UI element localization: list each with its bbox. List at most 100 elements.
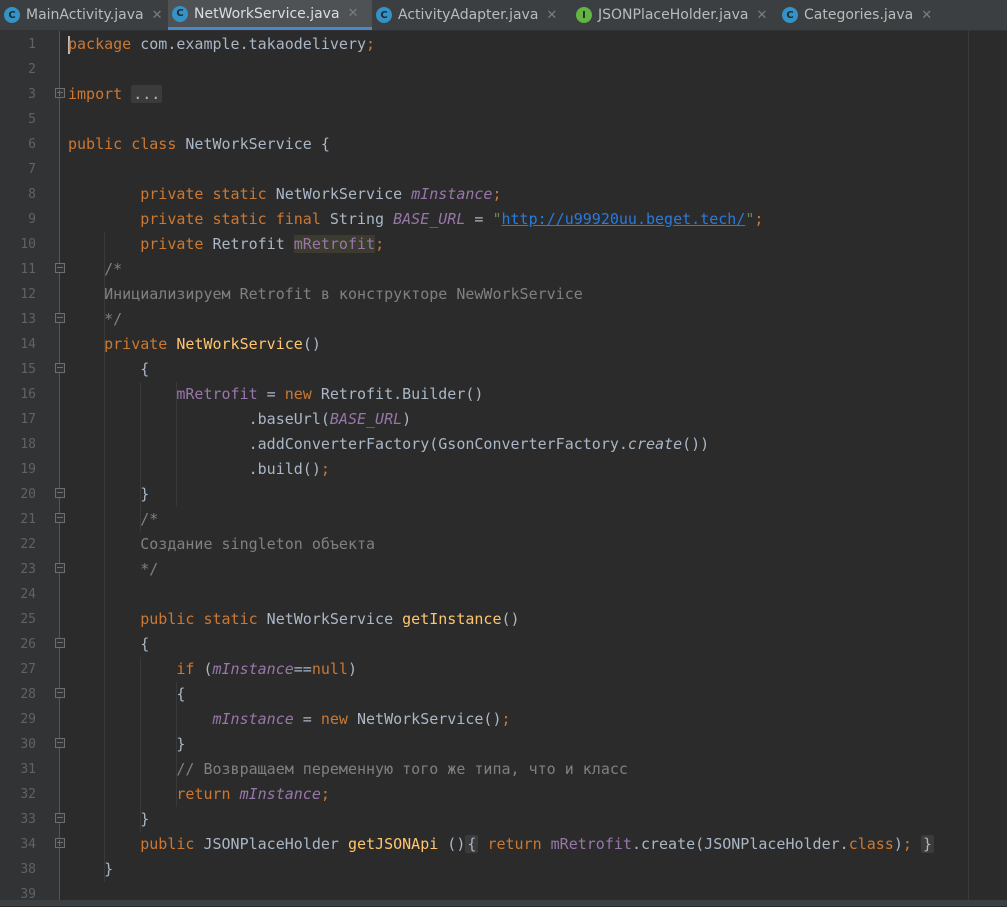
close-icon[interactable]: ✕ <box>546 8 557 23</box>
line-number: 30 <box>20 737 36 752</box>
code-line[interactable]: 28 { <box>0 682 1007 707</box>
code-line[interactable]: 9 private static final String BASE_URL =… <box>0 207 1007 232</box>
code-line[interactable]: 15 { <box>0 357 1007 382</box>
code-line[interactable]: 18 .addConverterFactory(GsonConverterFac… <box>0 432 1007 457</box>
code-comment: Создание singleton объекта <box>68 535 376 553</box>
code-line[interactable]: 22 Создание singleton объекта <box>0 532 1007 557</box>
line-number: 18 <box>20 437 36 452</box>
code-line[interactable]: 10 private Retrofit mRetrofit; <box>0 232 1007 257</box>
close-icon[interactable]: ✕ <box>921 8 932 23</box>
code-text: */ <box>68 307 122 332</box>
code-comment: */ <box>68 560 159 578</box>
code-line[interactable]: 1 package com.example.takaodelivery; <box>0 32 1007 57</box>
code-token: NetWorkService <box>257 610 403 628</box>
tab-label: Categories.java <box>804 7 914 23</box>
code-token: = <box>257 385 285 403</box>
code-text: mRetrofit = new Retrofit.Builder() <box>68 382 483 407</box>
close-icon[interactable]: ✕ <box>348 6 359 21</box>
code-line[interactable]: 2 <box>0 57 1007 82</box>
code-line[interactable]: 26 { <box>0 632 1007 657</box>
code-line[interactable]: 13 */ <box>0 307 1007 332</box>
code-token: ; <box>902 835 912 853</box>
code-token: getJSONApi <box>347 835 439 853</box>
close-icon[interactable]: ✕ <box>152 8 163 23</box>
code-line[interactable]: 5 <box>0 107 1007 132</box>
code-line[interactable]: 30 } <box>0 732 1007 757</box>
code-token: Retrofit.Builder() <box>311 385 484 403</box>
tab-4[interactable]: C Categories.java ✕ <box>778 0 938 30</box>
code-token: .create(JSONPlaceHolder. <box>631 835 849 853</box>
code-token: () <box>501 610 520 628</box>
code-line[interactable]: 29 mInstance = new NetWorkService(); <box>0 707 1007 732</box>
code-token: private <box>140 235 204 253</box>
line-number: 5 <box>28 112 36 127</box>
code-token: .baseUrl( <box>68 410 330 428</box>
code-editor[interactable]: 1 package com.example.takaodelivery; 2 3 imp… <box>0 31 1007 906</box>
line-number: 15 <box>20 362 36 377</box>
collapse-fold-icon[interactable] <box>55 313 65 323</box>
code-line[interactable]: 16 mRetrofit = new Retrofit.Builder() <box>0 382 1007 407</box>
collapse-fold-icon[interactable] <box>55 738 65 748</box>
collapse-fold-icon[interactable] <box>55 513 65 523</box>
collapse-fold-icon[interactable] <box>55 563 65 573</box>
code-token: public static <box>140 610 258 628</box>
collapse-fold-icon[interactable] <box>55 363 65 373</box>
expand-fold-icon[interactable] <box>55 838 65 848</box>
expand-fold-icon[interactable] <box>55 88 65 98</box>
code-token: } <box>68 735 186 753</box>
code-line[interactable]: 6 public class NetWorkService { <box>0 132 1007 157</box>
code-text: } <box>68 482 149 507</box>
collapse-fold-icon[interactable] <box>55 813 65 823</box>
code-line[interactable]: 25 public static NetWorkService getInsta… <box>0 607 1007 632</box>
code-token: String <box>320 210 394 228</box>
code-token: " <box>492 210 502 228</box>
collapse-fold-icon[interactable] <box>55 688 65 698</box>
tab-1[interactable]: C NetWorkService.java ✕ <box>168 0 372 30</box>
collapse-fold-icon[interactable] <box>55 488 65 498</box>
class-icon: C <box>782 7 798 23</box>
folded-region[interactable]: } <box>920 835 934 853</box>
tab-0[interactable]: C MainActivity.java ✕ <box>0 0 168 30</box>
code-comment: /* <box>68 260 123 278</box>
code-line[interactable]: 17 .baseUrl(BASE_URL) <box>0 407 1007 432</box>
code-token: .build() <box>68 460 321 478</box>
code-line[interactable]: 3 import ... <box>0 82 1007 107</box>
line-number: 3 <box>28 87 36 102</box>
tab-label: NetWorkService.java <box>194 5 340 22</box>
code-line[interactable]: 34 public JSONPlaceHolder getJSONApi (){… <box>0 832 1007 857</box>
folded-region[interactable]: ... <box>131 85 163 103</box>
close-icon[interactable]: ✕ <box>756 8 767 23</box>
code-line[interactable]: 8 private static NetWorkService mInstanc… <box>0 182 1007 207</box>
code-line[interactable]: 20 } <box>0 482 1007 507</box>
code-token: public class <box>68 135 177 153</box>
code-token: JSONPlaceHolder <box>194 835 348 853</box>
code-line[interactable]: 33 } <box>0 807 1007 832</box>
code-line[interactable]: 27 if (mInstance==null) <box>0 657 1007 682</box>
code-line[interactable]: 19 .build(); <box>0 457 1007 482</box>
code-line[interactable]: 21 /* <box>0 507 1007 532</box>
folded-region[interactable]: { <box>465 835 479 853</box>
code-line[interactable]: 31 // Возвращаем переменную того же типа… <box>0 757 1007 782</box>
code-text: mInstance = new NetWorkService(); <box>68 707 511 732</box>
code-line[interactable]: 24 <box>0 582 1007 607</box>
code-token: mRetrofit <box>176 385 258 403</box>
code-text: { <box>68 682 185 707</box>
code-line[interactable]: 11 /* <box>0 257 1007 282</box>
code-line[interactable]: 38 } <box>0 857 1007 882</box>
line-number: 26 <box>20 637 36 652</box>
tab-2[interactable]: C ActivityAdapter.java ✕ <box>372 0 572 30</box>
code-line[interactable]: 14 private NetWorkService() <box>0 332 1007 357</box>
collapse-fold-icon[interactable] <box>55 263 65 273</box>
code-token: private <box>104 335 168 353</box>
tab-3[interactable]: I JSONPlaceHolder.java ✕ <box>572 0 778 30</box>
line-number: 24 <box>20 587 36 602</box>
code-line[interactable]: 7 <box>0 157 1007 182</box>
code-line[interactable]: 12 Инициализируем Retrofit в конструктор… <box>0 282 1007 307</box>
collapse-fold-icon[interactable] <box>55 638 65 648</box>
class-icon: C <box>4 7 20 23</box>
code-line[interactable]: 23 */ <box>0 557 1007 582</box>
code-line[interactable]: 32 return mInstance; <box>0 782 1007 807</box>
